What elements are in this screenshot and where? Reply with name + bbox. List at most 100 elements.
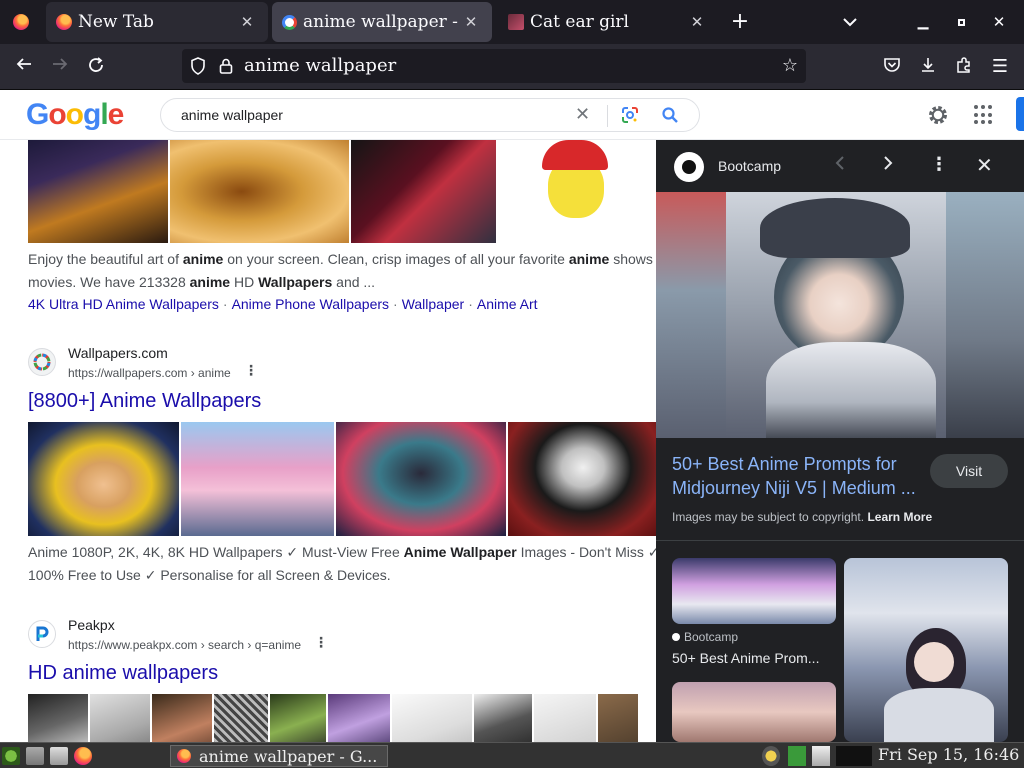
site-name[interactable]: Wallpapers.com bbox=[68, 345, 168, 361]
url-bar[interactable]: anime wallpaper ☆ bbox=[182, 49, 806, 83]
thumbnail-image[interactable] bbox=[534, 694, 596, 742]
panel-divider bbox=[656, 540, 1024, 541]
firefox-view-button[interactable] bbox=[6, 8, 36, 36]
thumbnail-image[interactable] bbox=[498, 140, 654, 243]
sitelink[interactable]: Anime Art bbox=[477, 296, 538, 312]
site-name[interactable]: Peakpx bbox=[68, 617, 115, 633]
google-lens-icon[interactable] bbox=[621, 106, 639, 124]
thumbnail-image[interactable] bbox=[270, 694, 326, 742]
logo-letter: e bbox=[107, 98, 125, 131]
taskbar-window-button[interactable]: anime wallpaper - G... bbox=[170, 745, 388, 767]
forward-button[interactable] bbox=[46, 54, 74, 82]
related-source[interactable]: Bootcamp bbox=[672, 630, 738, 644]
reload-button[interactable] bbox=[82, 54, 110, 82]
thumbnail-image[interactable] bbox=[351, 140, 496, 243]
preview-image[interactable] bbox=[656, 192, 1024, 438]
download-icon[interactable] bbox=[917, 56, 939, 78]
next-image-button[interactable] bbox=[882, 154, 894, 177]
image-strip-1 bbox=[28, 140, 654, 243]
thumbnail-image[interactable] bbox=[28, 422, 179, 536]
url-text[interactable]: anime wallpaper bbox=[244, 55, 396, 76]
more-options-icon[interactable]: ⋮ bbox=[244, 363, 258, 379]
thumbnail-image[interactable] bbox=[28, 694, 88, 742]
back-button[interactable] bbox=[10, 54, 38, 82]
thumbnail-image[interactable] bbox=[508, 422, 658, 536]
result-snippet: Enjoy the beautiful art of anime on your… bbox=[28, 251, 653, 290]
sitelink[interactable]: Wallpaper bbox=[402, 296, 465, 312]
close-panel-button[interactable]: ✕ bbox=[976, 153, 993, 177]
previous-image-button[interactable] bbox=[834, 154, 846, 177]
shield-icon[interactable] bbox=[190, 57, 206, 75]
more-options-icon[interactable]: ⋮ bbox=[314, 635, 328, 651]
thumbnail-image[interactable] bbox=[598, 694, 638, 742]
related-image[interactable] bbox=[672, 558, 836, 624]
tab-cat-ear-girl[interactable]: Cat ear girl ✕ bbox=[498, 2, 718, 42]
tab-anime-wallpaper[interactable]: anime wallpaper - G ✕ bbox=[272, 2, 492, 42]
pocket-icon[interactable] bbox=[881, 56, 903, 78]
close-icon[interactable]: ✕ bbox=[236, 13, 258, 31]
search-box[interactable]: anime wallpaper ✕ bbox=[160, 98, 700, 132]
preview-title-link[interactable]: 50+ Best Anime Prompts for Midjourney Ni… bbox=[672, 452, 922, 500]
tray-update-icon[interactable] bbox=[762, 746, 780, 766]
firefox-icon bbox=[13, 14, 29, 30]
search-icon[interactable] bbox=[661, 106, 679, 124]
bookmark-star-icon[interactable]: ☆ bbox=[782, 55, 798, 76]
maximize-button[interactable] bbox=[948, 10, 974, 34]
start-menu-icon[interactable] bbox=[2, 747, 20, 765]
google-header: Google anime wallpaper ✕ bbox=[0, 90, 1024, 140]
sitelink[interactable]: 4K Ultra HD Anime Wallpapers bbox=[28, 296, 219, 312]
sign-in-button[interactable] bbox=[1016, 97, 1024, 131]
close-icon[interactable]: ✕ bbox=[460, 13, 482, 31]
thumbnail-image[interactable] bbox=[214, 694, 268, 742]
thumbnail-image[interactable] bbox=[170, 140, 349, 243]
result-title[interactable]: [8800+] Anime Wallpapers bbox=[28, 390, 261, 413]
google-apps-icon[interactable] bbox=[974, 105, 994, 125]
related-image[interactable] bbox=[672, 682, 836, 742]
taskbar: anime wallpaper - G... Fri Sep 15, 16:46 bbox=[0, 742, 1024, 768]
firefox-launcher-icon[interactable] bbox=[74, 747, 92, 765]
site-url[interactable]: https://wallpapers.com › anime bbox=[68, 366, 231, 380]
visit-button[interactable]: Visit bbox=[930, 454, 1008, 488]
tray-clipboard-icon[interactable] bbox=[812, 746, 830, 766]
thumbnail-image[interactable] bbox=[474, 694, 532, 742]
image-favicon-icon bbox=[508, 14, 524, 30]
result-title[interactable]: HD anime wallpapers bbox=[28, 662, 218, 685]
tray-network-icon[interactable] bbox=[788, 746, 806, 766]
google-logo[interactable]: Google bbox=[26, 98, 125, 132]
thumbnail-image[interactable] bbox=[181, 422, 334, 536]
learn-more-link[interactable]: Learn More bbox=[867, 510, 932, 524]
sitelink[interactable]: Anime Phone Wallpapers bbox=[232, 296, 389, 312]
thumbnail-image[interactable] bbox=[90, 694, 150, 742]
gear-icon[interactable] bbox=[926, 103, 950, 127]
tab-new-tab[interactable]: New Tab ✕ bbox=[46, 2, 268, 42]
firefox-icon bbox=[177, 749, 191, 763]
related-image[interactable] bbox=[844, 558, 1008, 742]
window-close-button[interactable]: ✕ bbox=[986, 10, 1012, 34]
result-snippet: Anime 1080P, 2K, 4K, 8K HD Wallpapers ✓ … bbox=[28, 544, 660, 583]
more-options-icon[interactable]: ⋮ bbox=[930, 154, 948, 175]
thumbnail-image[interactable] bbox=[152, 694, 212, 742]
clear-icon[interactable]: ✕ bbox=[575, 104, 590, 125]
maximize-icon bbox=[957, 19, 965, 26]
panel-source[interactable]: Bootcamp bbox=[718, 158, 781, 174]
thumbnail-image[interactable] bbox=[28, 140, 168, 243]
site-favicon[interactable] bbox=[28, 620, 56, 648]
minimize-button[interactable]: ▁ bbox=[910, 10, 936, 34]
list-all-tabs-button[interactable] bbox=[838, 10, 862, 34]
lock-icon[interactable] bbox=[218, 57, 234, 75]
related-title[interactable]: 50+ Best Anime Prom... bbox=[672, 650, 832, 666]
file-manager-icon[interactable] bbox=[26, 747, 44, 765]
taskbar-clock[interactable]: Fri Sep 15, 16:46 bbox=[878, 745, 1019, 764]
extensions-icon[interactable] bbox=[953, 56, 975, 78]
close-icon[interactable]: ✕ bbox=[686, 13, 708, 31]
site-favicon[interactable] bbox=[28, 348, 56, 376]
thumbnail-image[interactable] bbox=[328, 694, 390, 742]
thumbnail-image[interactable] bbox=[392, 694, 472, 742]
terminal-icon[interactable] bbox=[50, 747, 68, 765]
hamburger-menu-icon[interactable]: ☰ bbox=[989, 56, 1011, 78]
site-url[interactable]: https://www.peakpx.com › search › q=anim… bbox=[68, 638, 301, 652]
search-input[interactable]: anime wallpaper bbox=[181, 107, 283, 123]
new-tab-button[interactable]: + bbox=[728, 10, 752, 34]
thumbnail-image[interactable] bbox=[336, 422, 506, 536]
tab-strip: New Tab ✕ anime wallpaper - G ✕ Cat ear … bbox=[0, 0, 1024, 44]
